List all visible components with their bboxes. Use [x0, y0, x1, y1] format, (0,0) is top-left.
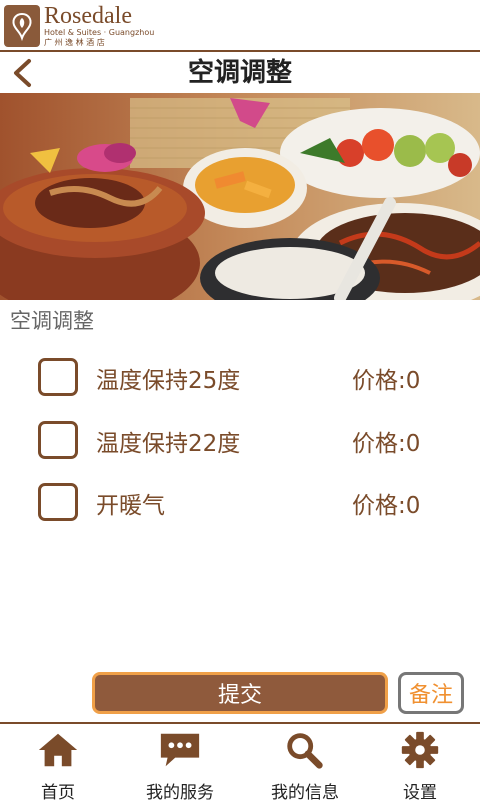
bottom-tab-bar: 首页 我的服务 我的信息 设置 [0, 722, 480, 800]
option-price: 价格:0 [352, 431, 421, 457]
tab-label: 设置 [403, 783, 437, 800]
checkbox[interactable] [38, 358, 78, 396]
rose-emblem-icon [4, 5, 40, 47]
tab-label: 首页 [41, 783, 75, 800]
brand-subtitle-cn: 广 州 逸 林 酒 店 [44, 38, 105, 47]
option-label: 温度保持25度 [96, 368, 241, 394]
section-title: 空调调整 [10, 309, 94, 333]
option-price: 价格:0 [352, 368, 421, 394]
tab-label: 我的信息 [271, 783, 339, 800]
option-label: 开暖气 [96, 493, 165, 519]
tab-label: 我的服务 [146, 783, 214, 800]
chat-icon [158, 730, 202, 770]
submit-button[interactable]: 提交 [92, 672, 388, 714]
brand-name: Rosedale [44, 3, 132, 29]
home-icon [36, 730, 80, 770]
option-price: 价格:0 [352, 493, 421, 519]
tab-settings[interactable]: 设置 [365, 730, 475, 800]
tab-home[interactable]: 首页 [3, 730, 113, 800]
page-title: 空调调整 [187, 58, 292, 88]
checkbox[interactable] [38, 483, 78, 521]
option-row-heating[interactable]: 开暖气 价格:0 [38, 482, 458, 522]
tab-my-services[interactable]: 我的服务 [125, 730, 235, 800]
option-row-temp-22[interactable]: 温度保持22度 价格:0 [38, 420, 458, 460]
food-banner-image [0, 93, 480, 300]
title-bar: 空调调整 [0, 54, 480, 92]
brand-subtitle: Hotel & Suites · Guangzhou [44, 28, 155, 37]
option-label: 温度保持22度 [96, 431, 241, 457]
tab-my-info[interactable]: 我的信息 [250, 730, 360, 800]
note-button[interactable]: 备注 [398, 672, 464, 714]
search-icon [283, 730, 327, 770]
checkbox[interactable] [38, 421, 78, 459]
header-logo-bar: Rosedale Hotel & Suites · Guangzhou 广 州 … [0, 0, 480, 52]
hotel-logo: Rosedale Hotel & Suites · Guangzhou 广 州 … [4, 4, 154, 48]
option-row-temp-25[interactable]: 温度保持25度 价格:0 [38, 357, 458, 397]
gear-icon [398, 730, 442, 770]
